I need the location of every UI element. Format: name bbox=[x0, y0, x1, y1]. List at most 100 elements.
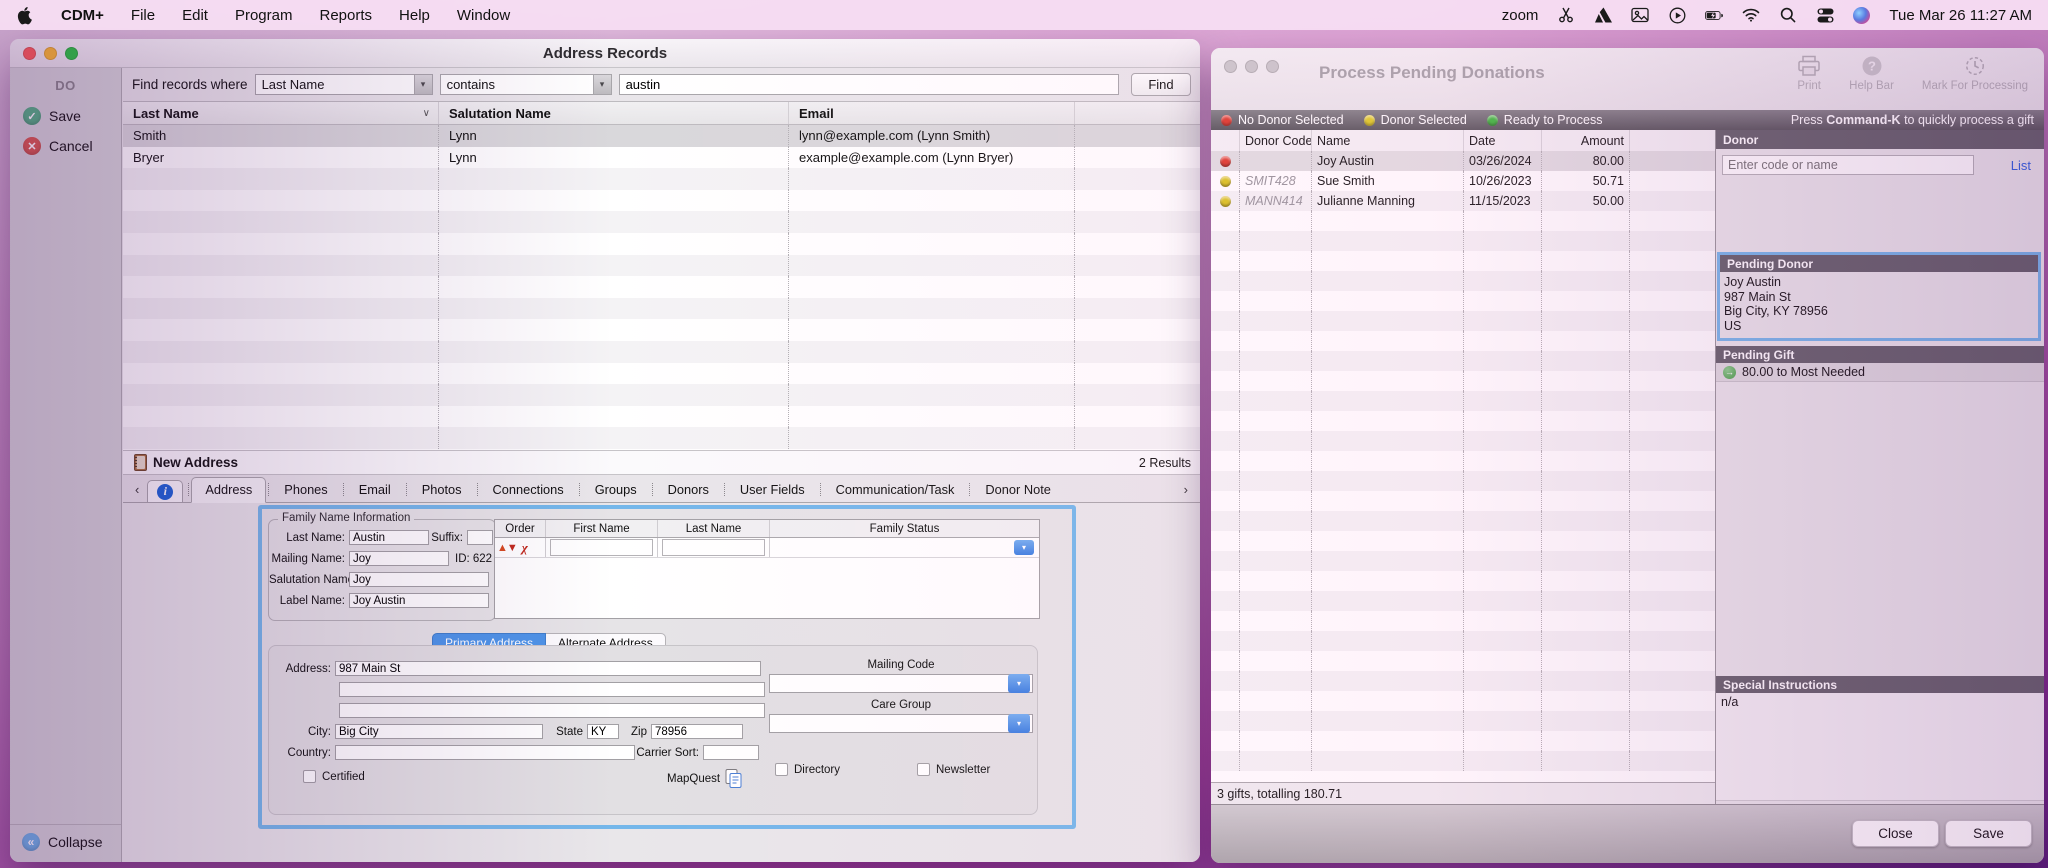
print-button[interactable]: Print bbox=[1797, 55, 1821, 92]
address-form-pane: Family Name Information Last Name: Suffi… bbox=[123, 503, 1200, 862]
donation-row[interactable]: Joy Austin03/26/202480.00 bbox=[1211, 151, 1715, 171]
carrier-sort-input[interactable] bbox=[703, 745, 759, 760]
table-row[interactable]: SmithLynnlynn@example.com (Lynn Smith) bbox=[123, 125, 1200, 147]
donor-search-input[interactable] bbox=[1722, 155, 1974, 175]
donor-list-link[interactable]: List bbox=[2011, 158, 2031, 173]
label-name-input[interactable] bbox=[349, 593, 489, 608]
photos-app-icon[interactable] bbox=[1631, 6, 1649, 24]
menu-item-file[interactable]: File bbox=[131, 7, 155, 24]
find-value-input[interactable] bbox=[619, 74, 1119, 95]
tab-email[interactable]: Email bbox=[346, 478, 404, 502]
close-window-button[interactable] bbox=[23, 47, 36, 60]
menu-item-edit[interactable]: Edit bbox=[182, 7, 208, 24]
save-button[interactable]: Save bbox=[1945, 820, 2032, 847]
empty-table-row bbox=[123, 406, 1200, 428]
scissors-icon[interactable] bbox=[1557, 6, 1575, 24]
tab-user-fields[interactable]: User Fields bbox=[727, 478, 818, 502]
mapquest-copy-button[interactable] bbox=[724, 768, 744, 790]
tab-address[interactable]: Address bbox=[191, 477, 266, 503]
tab-photos[interactable]: Photos bbox=[409, 478, 475, 502]
city-input[interactable] bbox=[335, 724, 543, 739]
donations-header-row: Donor Code Name Date Amount bbox=[1211, 130, 1715, 152]
country-input[interactable] bbox=[335, 745, 635, 760]
cancel-button[interactable]: ✕ Cancel bbox=[10, 131, 121, 161]
family-status-dropdown-button[interactable]: ▾ bbox=[1014, 540, 1034, 555]
column-header-email[interactable]: Email bbox=[788, 102, 1074, 124]
column-header-donor-code[interactable]: Donor Code bbox=[1239, 130, 1311, 151]
tab-info[interactable]: i bbox=[147, 480, 183, 502]
address-line2-input[interactable] bbox=[339, 682, 765, 697]
apple-menu-icon[interactable] bbox=[16, 6, 34, 24]
mark-for-processing-button[interactable]: Mark For Processing bbox=[1922, 55, 2028, 92]
address-window-titlebar[interactable]: Address Records bbox=[10, 39, 1200, 68]
control-center-icon[interactable] bbox=[1816, 6, 1834, 24]
collapse-button[interactable]: « Collapse bbox=[10, 824, 121, 862]
close-button[interactable]: Close bbox=[1852, 820, 1939, 847]
certified-checkbox[interactable] bbox=[303, 770, 316, 783]
minimize-window-button[interactable] bbox=[1245, 60, 1258, 73]
address-line3-input[interactable] bbox=[339, 703, 765, 718]
app-menu[interactable]: CDM+ bbox=[61, 7, 104, 24]
column-header-salutation[interactable]: Salutation Name bbox=[438, 102, 788, 124]
cell-salutation: Lynn bbox=[438, 147, 788, 169]
tab-phones[interactable]: Phones bbox=[271, 478, 340, 502]
find-field-dropdown[interactable]: Last Name ▾ bbox=[255, 74, 433, 95]
tabs-scroll-left[interactable]: ‹ bbox=[130, 482, 144, 502]
tab-connections[interactable]: Connections bbox=[480, 478, 577, 502]
donation-row[interactable]: MANN414Julianne Manning11/15/202350.00 bbox=[1211, 191, 1715, 211]
pending-gift-row[interactable]: → 80.00 to Most Needed bbox=[1716, 363, 2044, 382]
suffix-input[interactable] bbox=[467, 530, 493, 545]
search-icon[interactable] bbox=[1779, 6, 1797, 24]
mailing-code-dropdown[interactable]: ▾ bbox=[769, 674, 1033, 693]
tab-communication-task[interactable]: Communication/Task bbox=[823, 478, 968, 502]
column-header-date[interactable]: Date bbox=[1463, 130, 1541, 151]
zoom-menu-item[interactable]: zoom bbox=[1502, 7, 1539, 24]
donor-panel-header: Donor bbox=[1716, 130, 2044, 149]
play-circle-icon[interactable] bbox=[1668, 6, 1686, 24]
prism-app-icon[interactable] bbox=[1594, 6, 1612, 24]
state-input[interactable] bbox=[587, 724, 619, 739]
column-header-amount[interactable]: Amount bbox=[1541, 130, 1629, 151]
siri-icon[interactable] bbox=[1853, 7, 1870, 24]
last-name-input[interactable] bbox=[349, 530, 429, 545]
zoom-window-button[interactable] bbox=[1266, 60, 1279, 73]
tab-donor-note[interactable]: Donor Note bbox=[972, 478, 1063, 502]
minimize-window-button[interactable] bbox=[44, 47, 57, 60]
save-button[interactable]: ✓ Save bbox=[10, 101, 121, 131]
salutation-name-input[interactable] bbox=[349, 572, 489, 587]
tab-donors[interactable]: Donors bbox=[655, 478, 722, 502]
tab-groups[interactable]: Groups bbox=[582, 478, 650, 502]
delete-member-icon[interactable]: χ bbox=[522, 540, 528, 556]
address-line1-input[interactable] bbox=[335, 661, 761, 676]
find-bar: Find records where Last Name ▾ contains … bbox=[123, 68, 1200, 101]
column-header-name[interactable]: Name bbox=[1311, 130, 1463, 151]
zip-input[interactable] bbox=[651, 724, 743, 739]
care-group-dropdown[interactable]: ▾ bbox=[769, 714, 1033, 733]
donor-side-panel: Donor List Pending Donor Joy Austin987 M… bbox=[1716, 130, 2044, 805]
tabs-scroll-right[interactable]: › bbox=[1179, 482, 1193, 502]
find-operator-dropdown[interactable]: contains ▾ bbox=[440, 74, 612, 95]
mailing-name-input[interactable] bbox=[349, 551, 449, 566]
column-header-last-name[interactable]: Last Name ∨ bbox=[123, 102, 438, 124]
table-row[interactable]: BryerLynnexample@example.com (Lynn Bryer… bbox=[123, 147, 1200, 169]
menu-item-help[interactable]: Help bbox=[399, 7, 430, 24]
move-down-icon[interactable]: ▼ bbox=[507, 542, 518, 554]
donations-titlebar[interactable]: Process Pending Donations Print ? Help B… bbox=[1211, 48, 2044, 110]
member-first-name-input[interactable] bbox=[550, 539, 653, 556]
wifi-icon[interactable] bbox=[1742, 6, 1760, 24]
newsletter-checkbox[interactable] bbox=[917, 763, 930, 776]
zoom-window-button[interactable] bbox=[65, 47, 78, 60]
menu-item-window[interactable]: Window bbox=[457, 7, 510, 24]
menu-item-reports[interactable]: Reports bbox=[319, 7, 372, 24]
member-last-name-input[interactable] bbox=[662, 539, 765, 556]
help-bar-button[interactable]: ? Help Bar bbox=[1849, 55, 1894, 92]
tab-separator bbox=[477, 483, 478, 496]
menu-item-program[interactable]: Program bbox=[235, 7, 293, 24]
donation-row[interactable]: SMIT428Sue Smith10/26/202350.71 bbox=[1211, 171, 1715, 191]
menu-clock[interactable]: Tue Mar 26 11:27 AM bbox=[1889, 7, 2032, 24]
care-group-label: Care Group bbox=[769, 699, 1033, 711]
window-title: Address Records bbox=[543, 45, 667, 62]
find-button[interactable]: Find bbox=[1131, 73, 1191, 96]
close-window-button[interactable] bbox=[1224, 60, 1237, 73]
directory-checkbox[interactable] bbox=[775, 763, 788, 776]
